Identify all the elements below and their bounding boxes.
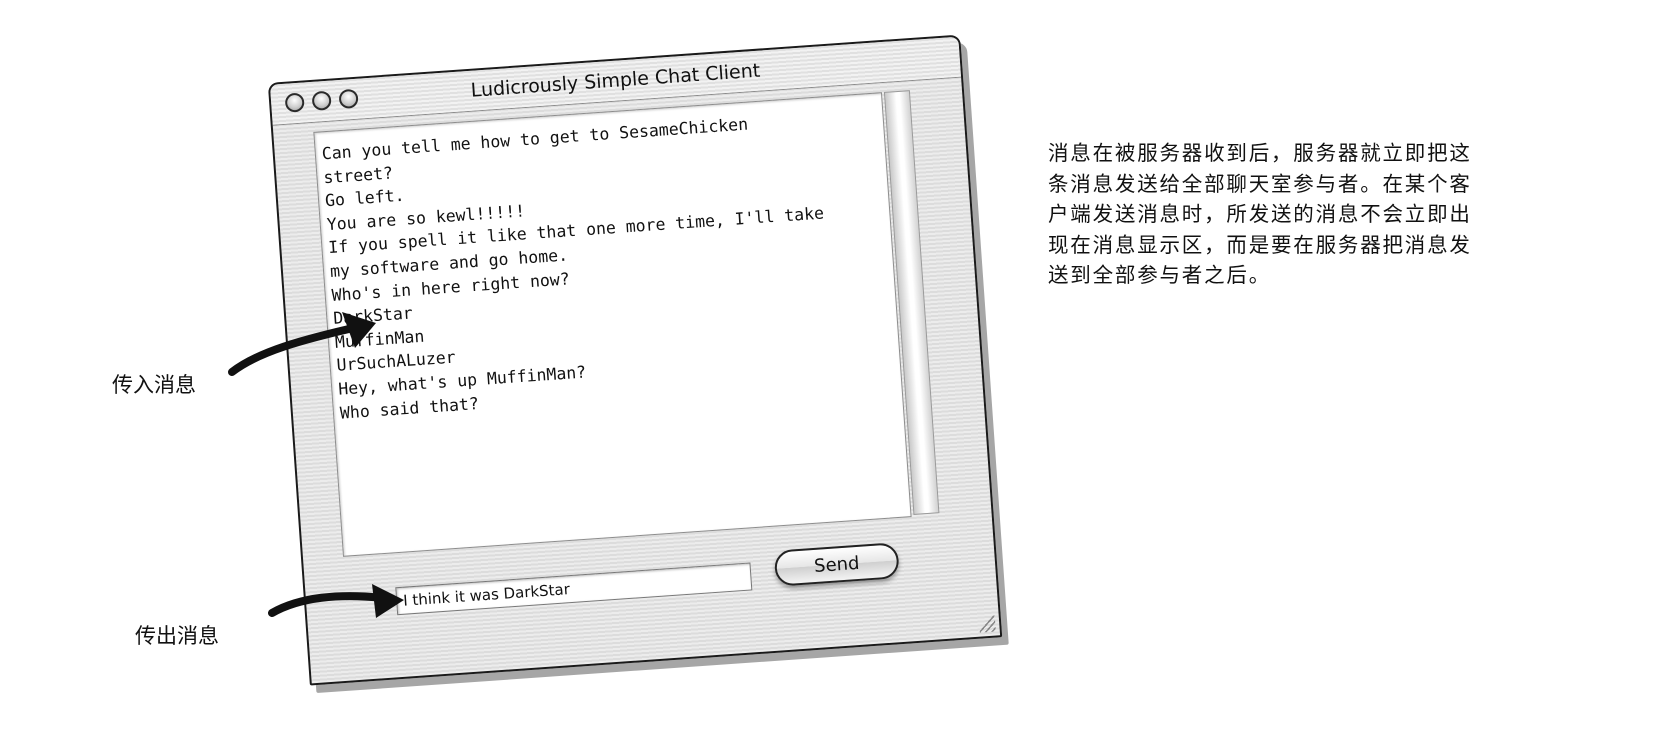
message-display-area[interactable]: Can you tell me how to get to SesameChic… [313, 92, 912, 557]
chat-client-window: Ludicrously Simple Chat Client Can you t… [267, 34, 1003, 686]
outgoing-message-label: 传出消息 [135, 624, 219, 648]
send-button[interactable]: Send [773, 542, 900, 587]
message-list: Can you tell me how to get to SesameChic… [314, 93, 901, 425]
resize-grip-icon[interactable] [978, 615, 996, 633]
incoming-message-label: 传入消息 [112, 373, 196, 397]
outgoing-message-input[interactable] [395, 562, 753, 616]
description-text: 消息在被服务器收到后，服务器就立即把这条消息发送给全部聊天室参与者。在某个客户端… [1048, 141, 1472, 287]
